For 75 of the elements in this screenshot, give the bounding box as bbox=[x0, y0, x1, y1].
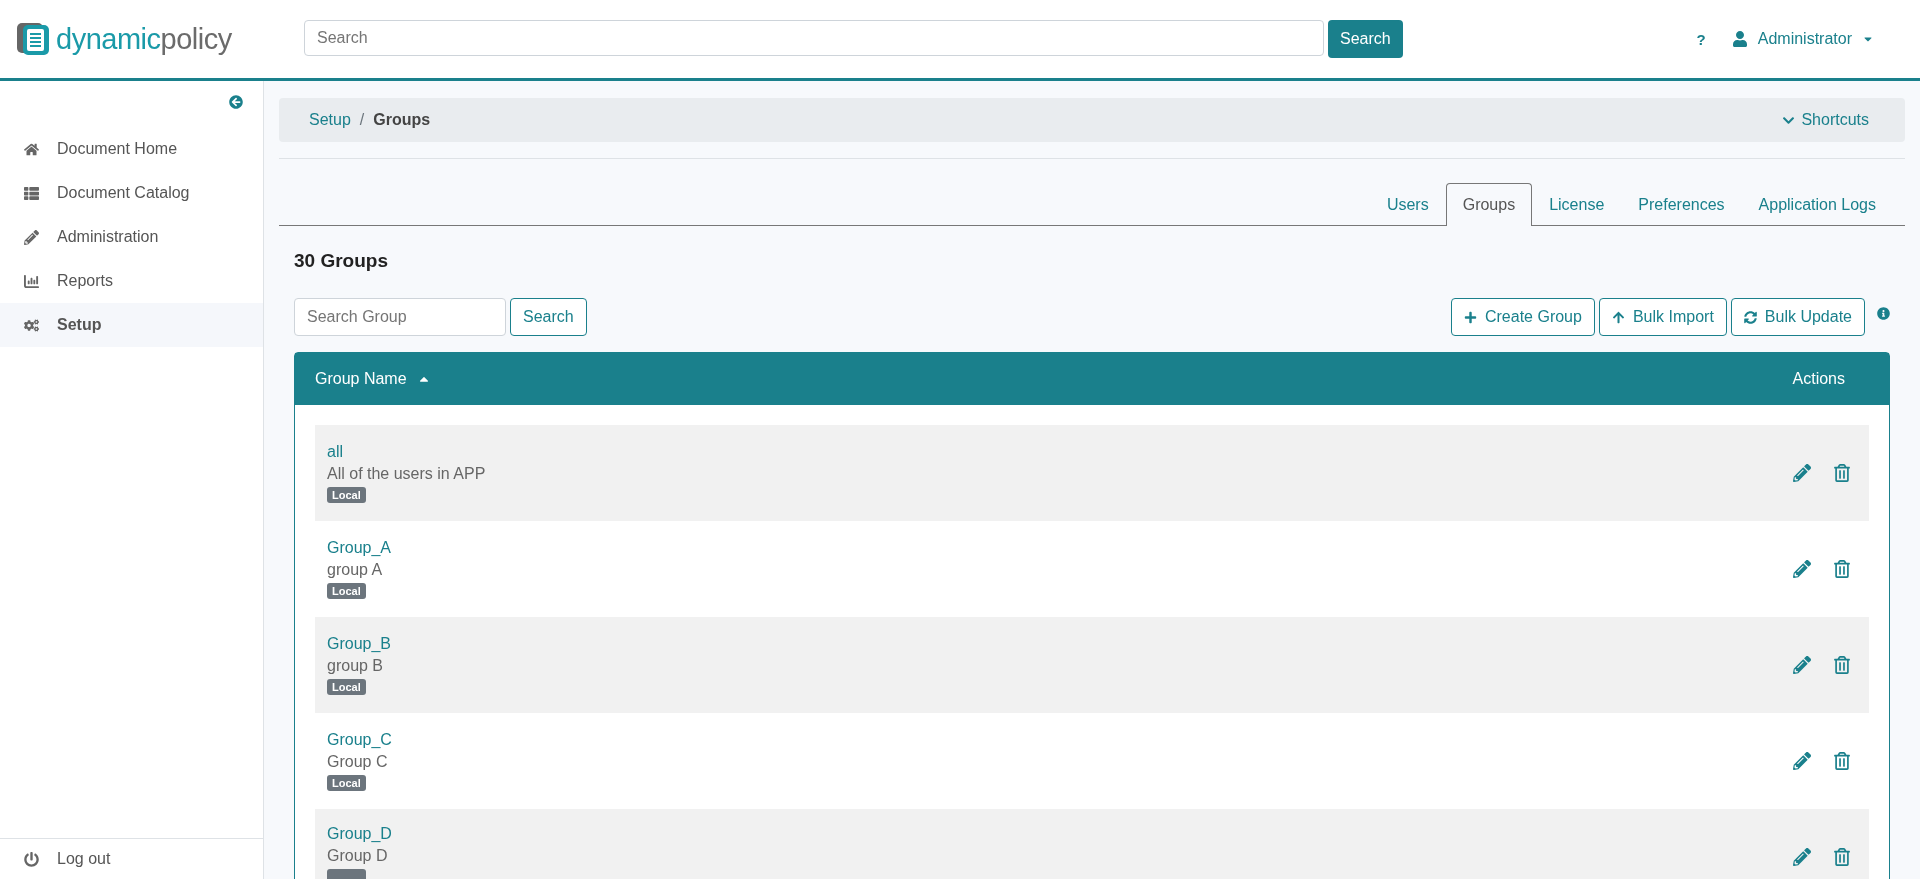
column-header: Actions bbox=[1792, 370, 1845, 388]
sidebar-item[interactable]: Setup bbox=[0, 303, 263, 347]
logo-icon bbox=[16, 22, 50, 56]
collapse-icon[interactable] bbox=[229, 95, 243, 109]
tab[interactable]: Groups bbox=[1445, 183, 1533, 226]
search-button[interactable]: Search bbox=[1328, 20, 1403, 58]
action-button[interactable]: Bulk Import bbox=[1598, 298, 1727, 336]
action-button[interactable]: Bulk Update bbox=[1730, 298, 1865, 336]
group-name-link[interactable]: Group_A bbox=[327, 539, 392, 557]
help-button[interactable]: ? bbox=[1696, 30, 1706, 48]
tab[interactable]: Application Logs bbox=[1741, 183, 1893, 226]
delete-button[interactable] bbox=[1833, 752, 1851, 770]
pencil-icon bbox=[1793, 848, 1811, 866]
group-name-link[interactable]: Group_D bbox=[327, 825, 392, 843]
tab[interactable]: Preferences bbox=[1621, 183, 1742, 226]
page-title: 30 Groups bbox=[294, 250, 389, 272]
source-badge: Local bbox=[327, 487, 366, 503]
delete-button[interactable] bbox=[1833, 464, 1851, 482]
chart-icon bbox=[24, 273, 39, 289]
upload-icon bbox=[1611, 310, 1625, 324]
group-name-link[interactable]: Group_C bbox=[327, 731, 392, 749]
group-search-field[interactable]: Search Group bbox=[294, 298, 506, 336]
sidebar-item[interactable]: Reports bbox=[0, 259, 263, 303]
group-description: Group C bbox=[327, 753, 388, 771]
tab[interactable]: Users bbox=[1369, 183, 1446, 226]
source-badge: Local bbox=[327, 679, 366, 695]
pencil-icon bbox=[1793, 752, 1811, 770]
trash-icon bbox=[1833, 560, 1851, 578]
list-icon bbox=[24, 185, 39, 201]
logout-link[interactable]: Log out bbox=[0, 838, 263, 879]
trash-icon bbox=[1833, 464, 1851, 482]
pencil-icon bbox=[1793, 464, 1811, 482]
group-description: group B bbox=[327, 657, 384, 675]
logo-wordmark: dynamicpolicy bbox=[56, 22, 232, 56]
tab[interactable]: License bbox=[1532, 183, 1622, 226]
edit-button[interactable] bbox=[1793, 752, 1811, 770]
group-description: Group D bbox=[327, 847, 388, 865]
plus-icon bbox=[1463, 310, 1477, 324]
gears-icon bbox=[24, 317, 39, 333]
breadcrumb-link[interactable]: Setup bbox=[309, 111, 351, 129]
group-description: group A bbox=[327, 561, 383, 579]
sidebar-item[interactable]: Administration bbox=[0, 215, 263, 259]
trash-icon bbox=[1833, 752, 1851, 770]
sidebar-item[interactable]: Document Catalog bbox=[0, 171, 263, 215]
source-badge: Local bbox=[327, 583, 366, 599]
user-menu[interactable]: Administrator bbox=[1731, 30, 1874, 48]
breadcrumb-separator: / bbox=[359, 111, 365, 129]
power-icon bbox=[24, 851, 39, 867]
group-name-link[interactable]: Group_B bbox=[327, 635, 392, 653]
pencil-icon bbox=[1793, 560, 1811, 578]
home-icon bbox=[24, 141, 39, 157]
edit-button[interactable] bbox=[1793, 848, 1811, 866]
pencil-icon bbox=[1793, 656, 1811, 674]
info-icon[interactable] bbox=[1877, 306, 1890, 320]
group-search-button[interactable]: Search bbox=[510, 298, 587, 336]
delete-button[interactable] bbox=[1833, 656, 1851, 674]
edit-button[interactable] bbox=[1793, 464, 1811, 482]
delete-button[interactable] bbox=[1833, 560, 1851, 578]
pencil-icon bbox=[24, 229, 39, 245]
trash-icon bbox=[1833, 848, 1851, 866]
refresh-icon bbox=[1743, 310, 1757, 324]
trash-icon bbox=[1833, 656, 1851, 674]
breadcrumb-current: Groups bbox=[373, 111, 431, 129]
edit-button[interactable] bbox=[1793, 560, 1811, 578]
source-badge: Local bbox=[327, 775, 366, 791]
sidebar-item[interactable]: Document Home bbox=[0, 127, 263, 171]
group-name-link[interactable]: all bbox=[327, 443, 343, 461]
user-icon bbox=[1731, 31, 1748, 47]
group-description: All of the users in APP bbox=[327, 465, 486, 483]
action-button[interactable]: Create Group bbox=[1450, 298, 1595, 336]
column-header[interactable]: Group Name bbox=[315, 370, 407, 388]
delete-button[interactable] bbox=[1833, 848, 1851, 866]
edit-button[interactable] bbox=[1793, 656, 1811, 674]
search-field[interactable]: Search bbox=[304, 20, 1324, 56]
shortcuts-button[interactable]: Shortcuts bbox=[1776, 110, 1875, 130]
